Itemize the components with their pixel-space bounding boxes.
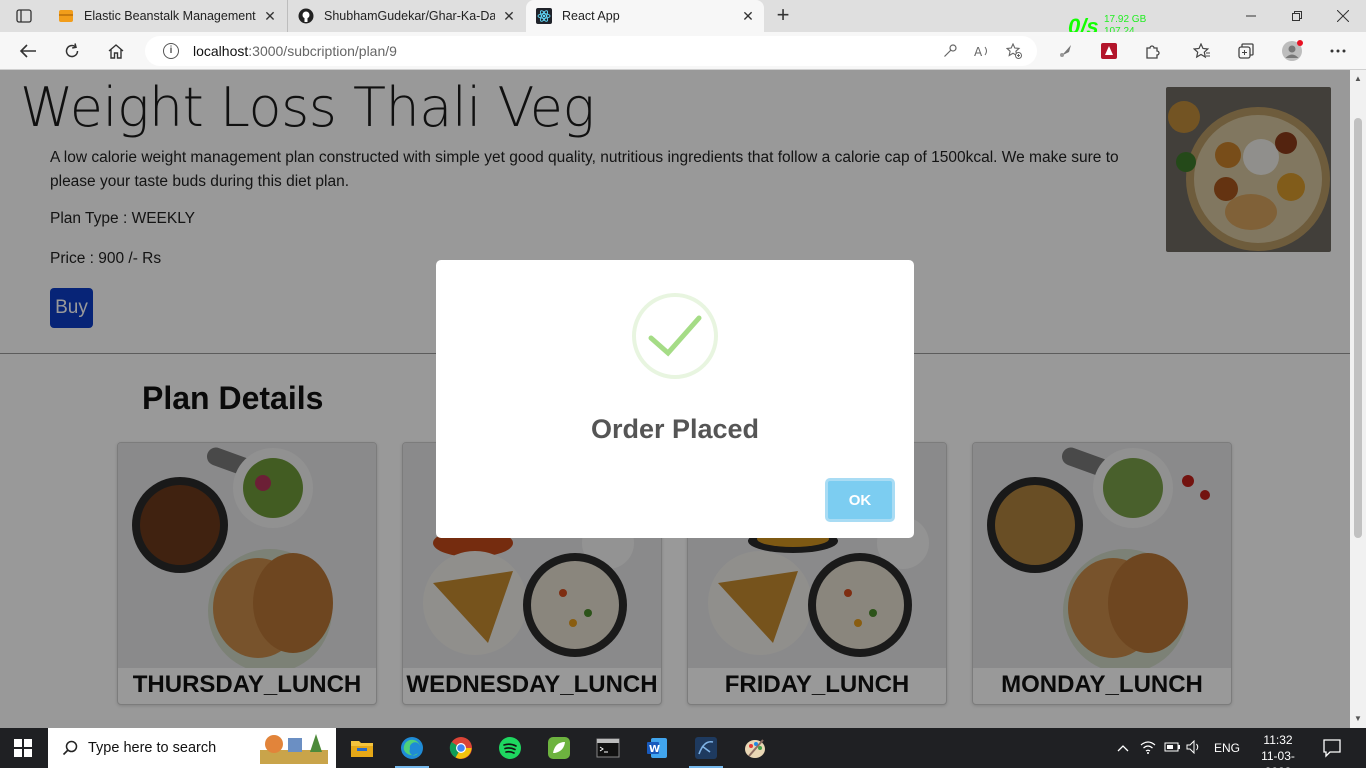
word-icon[interactable]: W xyxy=(645,736,669,760)
address-bar[interactable]: i localhost:3000/subcription/plan/9 A xyxy=(145,36,1037,66)
volume-icon[interactable] xyxy=(1186,739,1208,757)
read-aloud-icon[interactable]: A xyxy=(973,42,991,60)
paint-icon[interactable] xyxy=(743,736,767,760)
url-host: localhost xyxy=(193,43,249,59)
close-icon[interactable]: ✕ xyxy=(262,8,278,25)
restore-button[interactable] xyxy=(1274,0,1320,32)
tab-title: React App xyxy=(562,9,620,23)
battery-icon[interactable] xyxy=(1164,741,1186,756)
url-path: :3000/subcription/plan/9 xyxy=(248,43,397,59)
info-icon[interactable]: i xyxy=(163,43,179,59)
taskbar-search-box[interactable]: Type here to search xyxy=(48,728,336,768)
success-check-icon xyxy=(631,292,719,380)
search-icon xyxy=(62,740,78,756)
home-icon[interactable] xyxy=(105,40,127,62)
language-indicator[interactable]: ENG xyxy=(1214,741,1240,755)
wifi-icon[interactable] xyxy=(1140,740,1164,757)
browser-toolbar: i localhost:3000/subcription/plan/9 A xyxy=(0,32,1366,70)
aws-box-icon xyxy=(58,8,74,24)
close-icon[interactable]: ✕ xyxy=(501,8,517,25)
back-arrow-icon[interactable] xyxy=(17,40,39,62)
tab-title: Elastic Beanstalk Management Co xyxy=(84,9,256,23)
chevron-up-icon[interactable] xyxy=(1114,741,1132,755)
edge-browser-icon[interactable] xyxy=(395,736,429,768)
svg-text:A: A xyxy=(974,45,983,58)
minimize-button[interactable] xyxy=(1228,0,1274,32)
svg-text:W: W xyxy=(649,744,660,755)
order-placed-dialog: Order Placed OK xyxy=(436,260,914,538)
favorites-icon[interactable] xyxy=(1191,40,1213,62)
windows-start-icon[interactable] xyxy=(14,739,32,757)
system-tray: ENG xyxy=(1114,728,1240,768)
more-options-icon[interactable] xyxy=(1327,40,1349,62)
new-tab-button[interactable]: + xyxy=(772,4,794,27)
ok-button[interactable]: OK xyxy=(825,478,895,522)
terminal-icon[interactable] xyxy=(596,736,620,760)
scroll-down-arrow-icon[interactable]: ▼ xyxy=(1353,714,1363,724)
dialog-title: Order Placed xyxy=(590,414,760,444)
search-highlight-icon xyxy=(258,730,330,766)
extension-rocket-icon[interactable] xyxy=(1055,40,1077,62)
profile-avatar[interactable] xyxy=(1281,40,1303,62)
search-placeholder: Type here to search xyxy=(88,740,217,756)
mysql-workbench-icon[interactable] xyxy=(689,736,723,768)
refresh-icon[interactable] xyxy=(61,40,83,62)
collections-icon[interactable] xyxy=(1235,40,1257,62)
file-explorer-icon[interactable] xyxy=(350,736,374,760)
close-icon[interactable]: ✕ xyxy=(740,8,756,25)
tab-github[interactable]: ShubhamGudekar/Ghar-Ka-Dabb ✕ xyxy=(287,0,525,32)
spotify-icon[interactable] xyxy=(498,736,522,760)
window-close-button[interactable] xyxy=(1320,0,1366,32)
react-icon xyxy=(536,8,552,24)
tab-title: ShubhamGudekar/Ghar-Ka-Dabb xyxy=(324,9,495,23)
extension-red-icon[interactable] xyxy=(1098,40,1120,62)
favorite-add-icon[interactable] xyxy=(1005,42,1023,60)
page-viewport: Weight Loss Thali Veg A low calorie weig… xyxy=(0,70,1350,728)
tab-actions-icon[interactable] xyxy=(12,6,36,26)
taskbar-clock[interactable]: 11:32 11-03-2023 xyxy=(1248,732,1308,768)
scrollbar-thumb[interactable] xyxy=(1354,118,1362,538)
page-scrollbar[interactable]: ▲ ▼ xyxy=(1350,70,1366,728)
notification-center-icon[interactable] xyxy=(1322,738,1342,758)
clock-date: 11-03-2023 xyxy=(1261,749,1295,768)
spring-tool-icon[interactable] xyxy=(547,736,571,760)
chrome-icon[interactable] xyxy=(449,736,473,760)
clock-time: 11:32 xyxy=(1263,733,1293,747)
extensions-puzzle-icon[interactable] xyxy=(1142,40,1164,62)
key-icon[interactable] xyxy=(941,42,959,60)
taskbar: Type here to search W ENG 11:32 11-03- xyxy=(0,728,1366,768)
tab-elastic-beanstalk[interactable]: Elastic Beanstalk Management Co ✕ xyxy=(48,0,286,32)
tab-react-app[interactable]: React App ✕ xyxy=(526,0,764,32)
scroll-up-arrow-icon[interactable]: ▲ xyxy=(1353,74,1363,84)
network-stat-line: 17.92 GB xyxy=(1104,14,1147,25)
github-icon xyxy=(298,8,314,24)
tab-bar: Elastic Beanstalk Management Co ✕ Shubha… xyxy=(0,0,1366,39)
